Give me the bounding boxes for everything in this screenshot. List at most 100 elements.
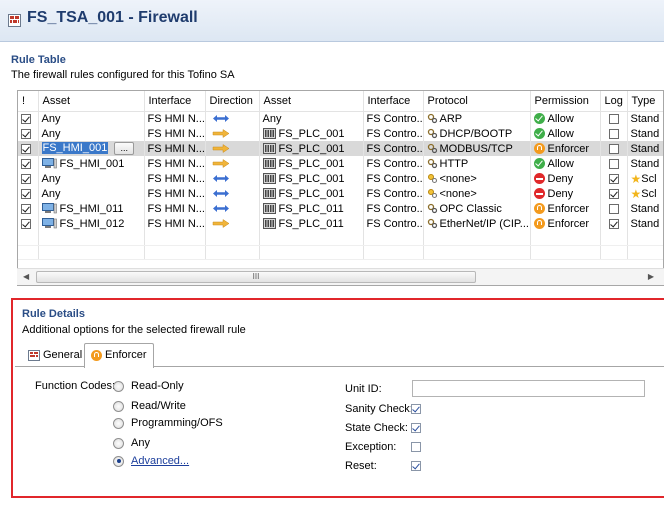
function-code-radio[interactable] <box>113 380 124 392</box>
dest-interface[interactable]: FS Contro... <box>363 156 424 171</box>
source-interface[interactable]: FS HMI N... <box>144 111 206 126</box>
dest-interface[interactable]: FS Contro... <box>363 126 424 141</box>
log-checkbox[interactable] <box>608 203 619 214</box>
log-cell[interactable] <box>600 216 628 231</box>
protocol-cell[interactable]: <none> <box>423 186 531 201</box>
source-interface[interactable]: FS HMI N... <box>144 186 206 201</box>
enabled-checkbox[interactable] <box>21 203 31 214</box>
table-row[interactable]: Any FS HMI N... Any FS Contro... ARP Allow Sta… <box>18 111 663 126</box>
option-checkbox[interactable] <box>411 442 421 452</box>
enabled-cell[interactable] <box>18 216 39 231</box>
option-checkbox[interactable] <box>411 404 421 414</box>
dest-asset-cell[interactable]: FS_PLC_011 <box>259 201 364 216</box>
enabled-cell[interactable] <box>18 186 39 201</box>
permission-cell[interactable]: Enforcer <box>530 141 601 156</box>
source-interface[interactable]: FS HMI N... <box>144 141 206 156</box>
protocol-cell[interactable]: OPC Classic <box>423 201 531 216</box>
enabled-cell[interactable] <box>18 126 39 141</box>
table-row[interactable]: FS_HMI_001... FS HMI N... FS_PLC_001 FS Con… <box>18 141 663 156</box>
enabled-cell[interactable] <box>18 171 39 186</box>
log-cell[interactable] <box>600 111 628 126</box>
function-code-option[interactable]: Read/Write <box>113 400 186 412</box>
enabled-checkbox[interactable] <box>21 173 31 184</box>
type-cell[interactable]: Stand <box>627 111 663 126</box>
direction-cell[interactable] <box>205 111 260 126</box>
direction-cell[interactable] <box>205 126 260 141</box>
log-checkbox[interactable] <box>608 218 619 229</box>
type-cell[interactable]: Stand <box>627 216 663 231</box>
col-header-dest-asset[interactable]: Asset <box>259 91 364 112</box>
enabled-checkbox[interactable] <box>21 113 31 124</box>
dest-interface[interactable]: FS Contro... <box>363 111 424 126</box>
col-header-source-interface[interactable]: Interface <box>144 91 206 112</box>
direction-cell[interactable] <box>205 141 260 156</box>
scrollbar-thumb[interactable]: III <box>36 271 476 283</box>
direction-cell[interactable] <box>205 201 260 216</box>
enabled-cell[interactable] <box>18 141 39 156</box>
enabled-cell[interactable] <box>18 111 39 126</box>
permission-cell[interactable]: Allow <box>530 156 601 171</box>
table-row[interactable]: Any FS HMI N... FS_PLC_001 FS Contro... <non… <box>18 171 663 186</box>
col-header-type[interactable]: Type <box>627 91 663 112</box>
direction-cell[interactable] <box>205 156 260 171</box>
dest-interface[interactable]: FS Contro... <box>363 186 424 201</box>
col-header-permission[interactable]: Permission <box>530 91 601 112</box>
scroll-right-icon[interactable]: ▶ <box>648 272 654 281</box>
protocol-cell[interactable]: DHCP/BOOTP <box>423 126 531 141</box>
permission-cell[interactable]: Enforcer <box>530 201 601 216</box>
enabled-checkbox[interactable] <box>21 218 31 229</box>
function-code-radio[interactable] <box>113 455 124 467</box>
protocol-cell[interactable]: ARP <box>423 111 531 126</box>
type-cell[interactable]: ★Scl <box>627 171 663 186</box>
source-interface[interactable]: FS HMI N... <box>144 156 206 171</box>
enabled-checkbox[interactable] <box>21 143 31 154</box>
col-header-log[interactable]: Log <box>600 91 628 112</box>
direction-cell[interactable] <box>205 216 260 231</box>
source-interface[interactable]: FS HMI N... <box>144 171 206 186</box>
table-row[interactable]: FS_HMI_011 FS HMI N... FS_PLC_011 FS Contro… <box>18 201 663 216</box>
tab-enforcer[interactable]: Enforcer <box>84 343 154 368</box>
direction-cell[interactable] <box>205 186 260 201</box>
dest-asset-cell[interactable]: FS_PLC_011 <box>259 216 364 231</box>
permission-cell[interactable]: Deny <box>530 171 601 186</box>
log-cell[interactable] <box>600 141 628 156</box>
permission-cell[interactable]: Enforcer <box>530 216 601 231</box>
table-row[interactable]: FS_HMI_001 FS HMI N... FS_PLC_001 FS Contro… <box>18 156 663 171</box>
source-interface[interactable]: FS HMI N... <box>144 201 206 216</box>
source-interface[interactable]: FS HMI N... <box>144 216 206 231</box>
permission-cell[interactable]: Deny <box>530 186 601 201</box>
enabled-cell[interactable] <box>18 156 39 171</box>
col-header-direction[interactable]: Direction <box>205 91 260 112</box>
source-asset-cell[interactable]: FS_HMI_012 <box>38 216 145 231</box>
option-checkbox[interactable] <box>411 423 421 433</box>
log-checkbox[interactable] <box>608 113 619 124</box>
type-cell[interactable]: ★Scl <box>627 186 663 201</box>
log-checkbox[interactable] <box>608 143 619 154</box>
dest-asset-cell[interactable]: FS_PLC_001 <box>259 186 364 201</box>
dest-asset-cell[interactable]: FS_PLC_001 <box>259 156 364 171</box>
enabled-cell[interactable] <box>18 201 39 216</box>
function-code-option[interactable]: Advanced... <box>113 455 189 467</box>
dest-asset-cell[interactable]: FS_PLC_001 <box>259 171 364 186</box>
function-code-option[interactable]: Read-Only <box>113 380 184 392</box>
type-cell[interactable]: Stand <box>627 156 663 171</box>
source-asset-cell[interactable]: FS_HMI_001... <box>38 141 145 156</box>
option-checkbox[interactable] <box>411 461 421 471</box>
protocol-cell[interactable]: HTTP <box>423 156 531 171</box>
tab-general[interactable]: General <box>21 343 89 367</box>
source-interface[interactable]: FS HMI N... <box>144 126 206 141</box>
table-row[interactable]: Any FS HMI N... FS_PLC_001 FS Contro... <non… <box>18 186 663 201</box>
permission-cell[interactable]: Allow <box>530 126 601 141</box>
col-header-dest-interface[interactable]: Interface <box>363 91 424 112</box>
scroll-left-icon[interactable]: ◀ <box>23 272 29 281</box>
enabled-checkbox[interactable] <box>21 188 31 199</box>
function-code-option[interactable]: Any <box>113 437 150 449</box>
rule-table[interactable]: ! Asset Interface Direction Asset Interface Pr… <box>17 90 664 286</box>
permission-cell[interactable]: Allow <box>530 111 601 126</box>
col-header-warning[interactable]: ! <box>18 91 39 112</box>
dest-interface[interactable]: FS Contro... <box>363 141 424 156</box>
asset-browse-button[interactable]: ... <box>114 142 135 155</box>
dest-interface[interactable]: FS Contro... <box>363 171 424 186</box>
unit-id-input[interactable] <box>412 380 645 397</box>
protocol-cell[interactable]: MODBUS/TCP <box>423 141 531 156</box>
